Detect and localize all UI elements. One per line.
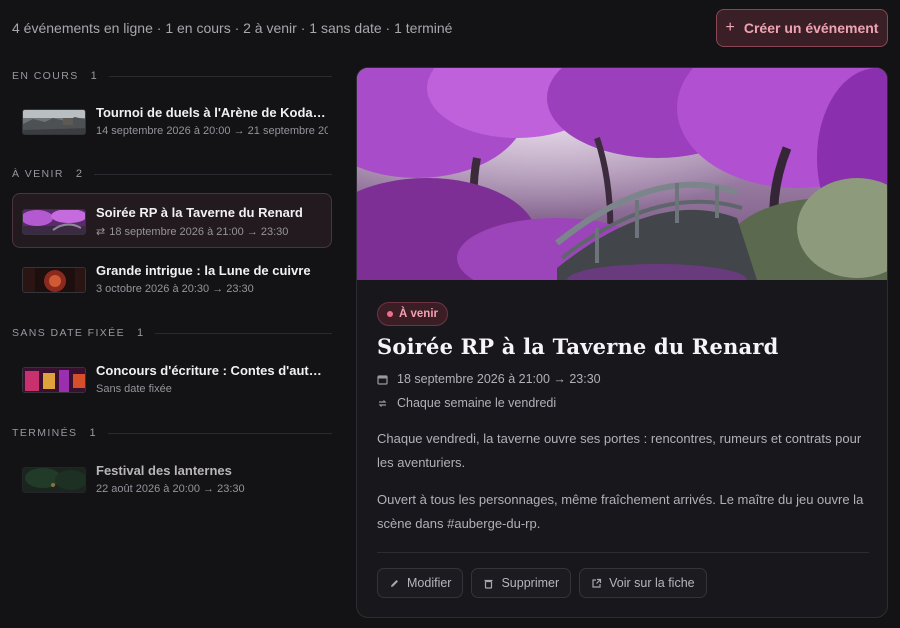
section-divider [108,75,332,77]
section-count: 1 [89,427,96,439]
repeat-icon: ⇄ [96,226,106,238]
event-thumbnail [22,367,86,393]
delete-label: Supprimer [501,576,560,590]
section-header-upcoming: À VENIR 2 [12,166,332,182]
event-title: Concours d'écriture : Contes d'automne [96,363,328,378]
status-dot-icon [387,311,393,317]
event-date: 22 août 2026 à 20:00 → 23:30 [96,483,328,495]
event-date-text: Sans date fixée [96,383,172,395]
event-date-text: 14 septembre 2026 à 20:00 → 21 septembre… [96,125,328,137]
section-header-ongoing: EN COURS 1 [12,68,332,84]
external-link-icon [591,578,602,589]
event-date: ⇄ 18 septembre 2026 à 21:00 → 23:30 [96,225,328,239]
event-date: 3 octobre 2026 à 20:30 → 23:30 [96,283,328,295]
calendar-icon [377,374,388,385]
trash-icon [483,578,494,589]
section-title: SANS DATE FIXÉE [12,327,125,339]
event-date-row: 18 septembre 2026 à 21:00 → 23:30 [377,370,601,388]
pencil-icon [389,578,400,589]
event-recurrence-text: Chaque semaine le vendredi [397,396,557,410]
event-item-tournament[interactable]: Tournoi de duels à l'Arène de Kodama 14 … [12,93,332,148]
section-count: 1 [90,70,97,82]
edit-label: Modifier [407,576,452,590]
section-title: EN COURS [12,70,79,82]
event-recurrence-row: Chaque semaine le vendredi [377,394,556,412]
status-badge-label: À venir [399,308,438,320]
card-divider [377,552,869,553]
event-thumbnail [22,109,86,135]
section-divider [107,432,332,434]
event-detail-card: À venir Soirée RP à la Taverne du Renard… [356,67,888,618]
event-date-text: 3 octobre 2026 à 20:30 → 23:30 [96,283,254,295]
event-date-text: 22 août 2026 à 20:00 → 23:30 [96,483,245,495]
event-date-text: 18 septembre 2026 à 21:00 → 23:30 [397,372,601,386]
section-header-undated: SANS DATE FIXÉE 1 [12,325,332,341]
repeat-icon [377,398,388,409]
event-date: 14 septembre 2026 à 20:00 → 21 septembre… [96,125,328,137]
view-on-sheet-label: Voir sur la fiche [609,576,695,590]
event-description-paragraph: Ouvert à tous les personnages, même fraî… [377,492,864,531]
create-event-button[interactable]: + Créer un événement [716,9,888,47]
event-date-text: 18 septembre 2026 à 21:00 → 23:30 [109,225,289,238]
section-divider [155,332,332,334]
section-count: 1 [137,327,144,339]
edit-button[interactable]: Modifier [377,568,464,598]
event-thumbnail [22,267,86,293]
event-item-copper-moon[interactable]: Grande intrigue : la Lune de cuivre 3 oc… [12,251,332,306]
event-title: Tournoi de duels à l'Arène de Kodama [96,105,328,120]
event-item-tavern[interactable]: Soirée RP à la Taverne du Renard ⇄ 18 se… [12,193,332,248]
top-bar: 4 événements en ligne · 1 en cours · 2 à… [0,0,900,56]
section-divider [93,173,332,175]
event-thumbnail [22,467,86,493]
event-date: Sans date fixée [96,383,328,395]
event-actions: Modifier Supprimer Voir sur la fiche [377,568,707,598]
event-item-writing-contest[interactable]: Concours d'écriture : Contes d'automne S… [12,351,332,406]
event-cover-image [357,68,887,298]
section-title: À VENIR [12,168,64,180]
event-detail-title: Soirée RP à la Taverne du Renard [377,334,779,359]
event-title: Festival des lanternes [96,463,232,478]
event-title: Soirée RP à la Taverne du Renard [96,205,303,220]
event-thumbnail [22,209,86,235]
status-badge: À venir [377,302,448,326]
section-header-finished: TERMINÉS 1 [12,425,332,441]
create-event-label: Créer un événement [743,20,879,36]
section-title: TERMINÉS [12,427,78,439]
delete-button[interactable]: Supprimer [471,568,572,598]
event-description-paragraph: Chaque vendredi, la taverne ouvre ses po… [377,431,862,470]
event-item-lantern-festival[interactable]: Festival des lanternes 22 août 2026 à 20… [12,451,332,506]
section-count: 2 [75,168,82,180]
events-summary: 4 événements en ligne · 1 en cours · 2 à… [12,20,453,36]
plus-icon: + [725,19,735,36]
event-title: Grande intrigue : la Lune de cuivre [96,263,311,278]
view-on-sheet-button[interactable]: Voir sur la fiche [579,568,707,598]
